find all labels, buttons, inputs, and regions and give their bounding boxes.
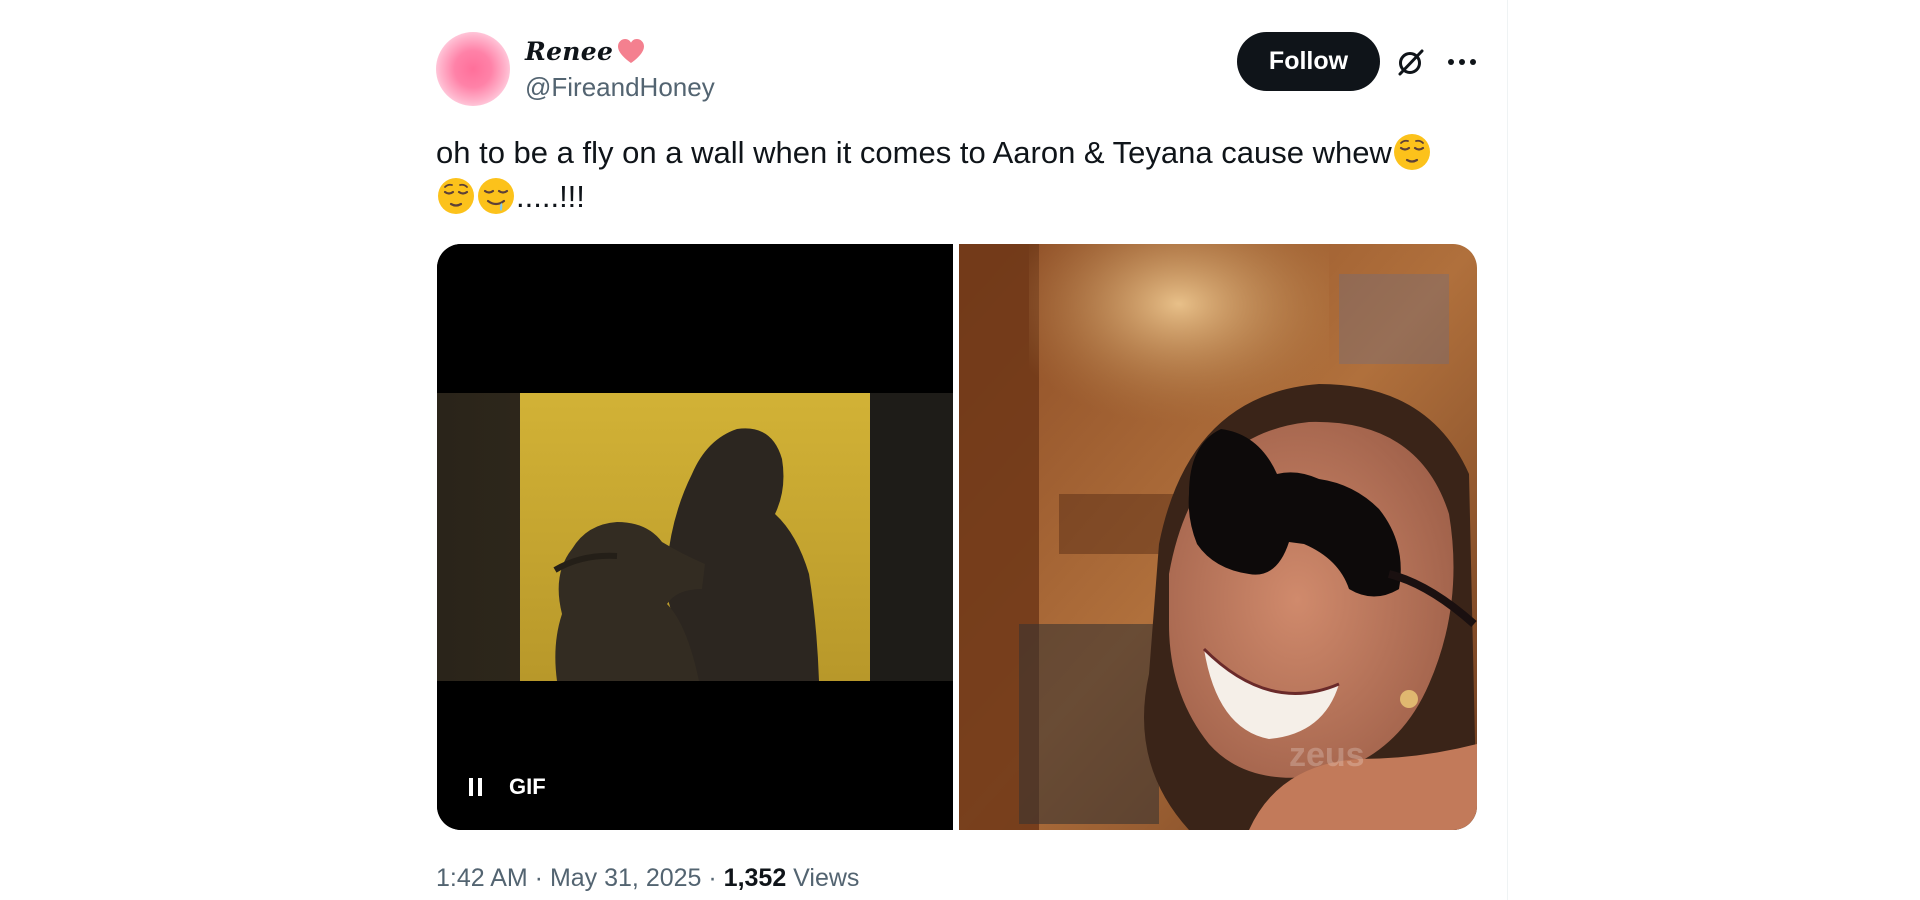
author-display-name[interactable]: Renee xyxy=(525,37,613,66)
meta-separator: · xyxy=(701,864,724,892)
grok-icon[interactable] xyxy=(1395,46,1427,78)
tweet-text: oh to be a fly on a wall when it comes t… xyxy=(436,131,1476,219)
gif-player[interactable]: GIF xyxy=(437,244,953,830)
views-count: 1,352 xyxy=(723,864,787,892)
pause-icon[interactable] xyxy=(467,776,485,798)
gif-badge: GIF xyxy=(509,774,546,799)
tweet-text-end: .....!!! xyxy=(516,179,585,214)
watermark-text: zeus xyxy=(1289,736,1365,774)
tweet: Renee @FireandHoney Follow oh to be a fl… xyxy=(436,0,1477,900)
gif-image xyxy=(437,244,953,830)
relieved-face-icon xyxy=(1393,134,1430,170)
follow-button[interactable]: Follow xyxy=(1237,32,1380,91)
gif-controls: GIF xyxy=(467,774,546,800)
tweet-time[interactable]: 1:42 AM xyxy=(436,864,528,892)
column-divider xyxy=(1507,0,1508,900)
tweet-text-main: oh to be a fly on a wall when it comes t… xyxy=(436,135,1392,170)
tweet-date[interactable]: May 31, 2025 xyxy=(550,864,702,892)
media-grid: GIF zeus xyxy=(437,244,1477,830)
author-name-row[interactable]: Renee xyxy=(525,34,647,68)
photo-image: zeus xyxy=(959,244,1477,830)
meta-separator: · xyxy=(527,864,550,892)
relieved-face-icon xyxy=(438,178,474,214)
pink-heart-icon xyxy=(615,35,647,67)
avatar[interactable] xyxy=(436,32,510,106)
views-label: Views xyxy=(786,864,860,892)
photo[interactable]: zeus xyxy=(959,244,1477,830)
author-handle[interactable]: @FireandHoney xyxy=(525,72,715,103)
drooling-face-icon xyxy=(478,178,514,214)
more-options-icon[interactable] xyxy=(1444,46,1480,78)
tweet-meta: 1:42 AM · May 31, 2025 · 1,352 Views xyxy=(436,864,859,893)
